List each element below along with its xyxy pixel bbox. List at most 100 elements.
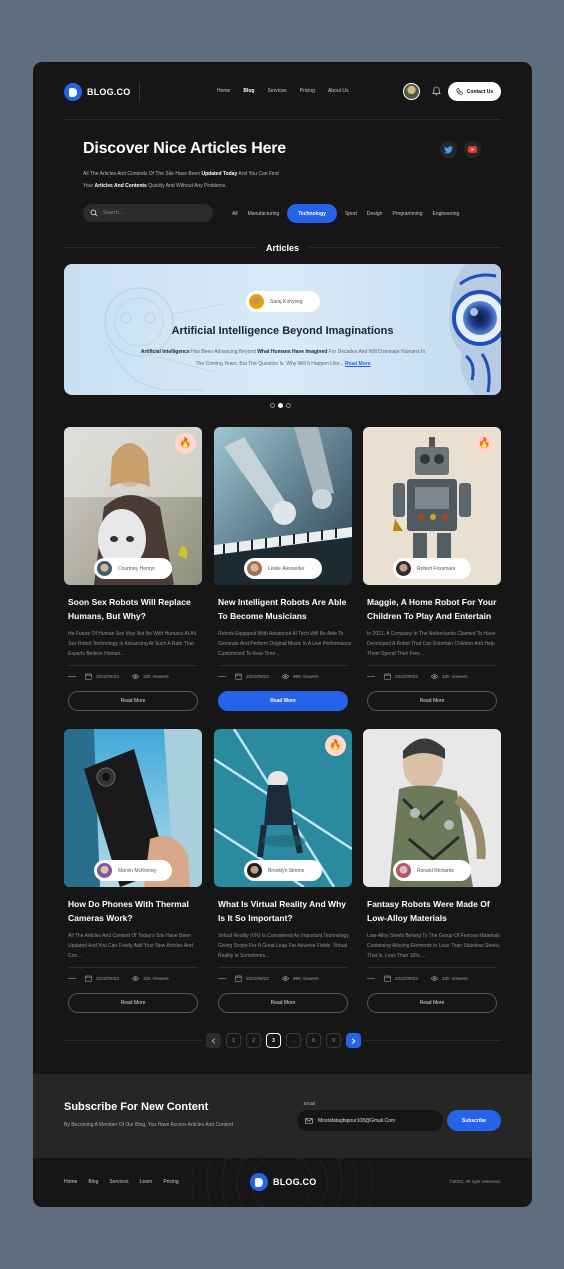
chevron-left-icon [211,1037,216,1044]
article-title[interactable]: Soon Sex Robots Will Replace Humans, But… [64,595,202,623]
footer-link-pricing[interactable]: Pricing [163,1179,178,1185]
twitter-button[interactable] [440,141,457,158]
article-date: 2022/09/23 [246,674,269,679]
footer-link-learn[interactable]: Learn [140,1179,153,1185]
main-menu: Home Blog Services Pricing About Us [217,88,349,94]
author-pill[interactable]: Leslie Alexander [244,558,322,579]
article-description: Virtual Reality (VR) Is Considered As Im… [218,933,350,959]
author-name: Leslie Alexander [268,565,305,572]
category-all[interactable]: All [227,204,243,223]
carousel-dot-active[interactable] [278,403,283,408]
pagination: 1 2 3 ... 8 9 [206,1033,361,1048]
calendar-icon [235,673,242,680]
logo-icon [64,83,82,101]
card-divider [68,967,198,968]
brand-name: BLOG.CO [87,87,131,97]
carousel-dot[interactable] [270,403,275,408]
author-pill[interactable]: Marvin McKinney [94,860,172,881]
article-title[interactable]: Fantasy Robots Were Made Of Low-Alloy Ma… [363,897,501,925]
page-button[interactable]: 2 [246,1033,261,1048]
mail-icon [305,1117,313,1124]
menu-item-pricing[interactable]: Pricing [300,88,315,94]
article-image[interactable]: 🔥 Robert Foxsmani [363,427,501,585]
category-sport[interactable]: Sport [340,204,362,223]
article-card: 🔥 Courtney Henryr Soon Sex Robots Will R… [64,427,202,711]
footer-link-blog[interactable]: Blog [88,1179,98,1185]
hero-desc-highlight: Articles And Contents [94,183,147,189]
hot-badge-icon: 🔥 [325,735,346,756]
article-image[interactable]: 🔥 Courtney Henryr [64,427,202,585]
category-programming[interactable]: Programming [387,204,427,223]
category-engineering[interactable]: Engineering [427,204,464,223]
card-divider [367,665,497,666]
card-divider [367,967,497,968]
article-image[interactable]: 🔥 Brooklyn Simmo [214,729,352,887]
category-design[interactable]: Design [362,204,388,223]
article-image[interactable]: Leslie Alexander [214,427,352,585]
menu-item-about-us[interactable]: About Us [328,88,349,94]
footer-logo[interactable]: BLOG.CO [250,1173,316,1191]
hero-desc-text: Your [83,183,95,189]
article-title[interactable]: Maggie, A Home Robot For Your Children T… [363,595,501,623]
eye-icon [282,976,289,981]
phone-icon [456,88,463,95]
article-title[interactable]: What Is Virtual Reality And Why Is It So… [214,897,352,925]
contact-us-button[interactable]: Contact Us [448,82,501,101]
user-avatar[interactable] [403,83,420,100]
category-manufacturing[interactable]: Manufacturing [243,204,285,223]
current-page-button[interactable]: 3 [266,1033,281,1048]
article-title[interactable]: How Do Phones With Thermal Cameras Work? [64,897,202,925]
article-card: 🔥 Robert Foxsmani Maggie, A Home Robot F… [363,427,501,711]
section-title-text: Articles [255,243,310,253]
page-button[interactable]: 9 [326,1033,341,1048]
previous-page-button[interactable] [206,1033,221,1048]
footer-link-services[interactable]: Services [109,1179,128,1185]
article-date: 2022/09/23 [395,674,418,679]
read-more-button[interactable]: Read More [218,691,348,711]
author-avatar [97,561,112,576]
author-pill[interactable]: Robert Foxsmani [393,558,471,579]
read-more-button[interactable]: Read More [68,691,198,711]
read-more-button[interactable]: Read More [218,993,348,1013]
featured-desc-highlight: Artificial Intelligence [140,349,190,355]
subscribe-description: By Becoming A Member Of Our Blog, You Ha… [64,1122,233,1128]
card-divider [68,665,198,666]
carousel-dot[interactable] [286,403,291,408]
brand-logo[interactable]: BLOG.CO [64,83,130,101]
read-more-button[interactable]: Read More [68,993,198,1013]
read-more-button[interactable]: Read More [367,691,497,711]
author-pill[interactable]: Ronald Richards [393,860,471,881]
bell-icon[interactable] [432,86,441,96]
article-views: 98K Viewers [293,976,319,981]
email-input[interactable] [318,1117,438,1124]
next-page-button[interactable] [346,1033,361,1048]
author-name: Marvin McKinney [118,867,157,874]
featured-description: Artificial Intelligence Has Been Advanci… [122,346,444,370]
menu-item-blog[interactable]: Blog [243,88,254,94]
author-pill[interactable]: Brooklyn Simmo [244,860,322,881]
menu-item-home[interactable]: Home [217,88,230,94]
subscribe-button[interactable]: Subscribe [447,1110,501,1131]
eye-icon [431,674,438,679]
featured-desc-text: For Decades And Will Dominate Humans In [327,349,426,355]
hero-desc-text: All The Articles And Contents Of The Sit… [83,171,202,177]
read-more-button[interactable]: Read More [367,993,497,1013]
youtube-button[interactable] [464,141,481,158]
footer-link-home[interactable]: Home [64,1179,77,1185]
category-technology[interactable]: Technology [287,204,337,223]
author-pill[interactable]: Courtney Henryr [94,558,172,579]
author-name: Courtney Henryr [118,565,155,572]
article-card: Marvin McKinney How Do Phones With Therm… [64,729,202,1013]
article-title[interactable]: New Intelligent Robots Are Able To Becom… [214,595,352,623]
search-input[interactable] [103,210,203,216]
meta-dash [367,978,375,979]
calendar-icon [384,975,391,982]
article-image[interactable]: Marvin McKinney [64,729,202,887]
featured-read-more-link[interactable]: Read More [345,361,371,367]
featured-article-banner[interactable]: Saraj Kohyseg Artificial Intelligence Be… [64,264,501,395]
featured-author-pill[interactable]: Saraj Kohyseg [246,291,320,312]
page-button[interactable]: 1 [226,1033,241,1048]
page-button[interactable]: 8 [306,1033,321,1048]
menu-item-services[interactable]: Services [267,88,286,94]
article-image[interactable]: Ronald Richards [363,729,501,887]
